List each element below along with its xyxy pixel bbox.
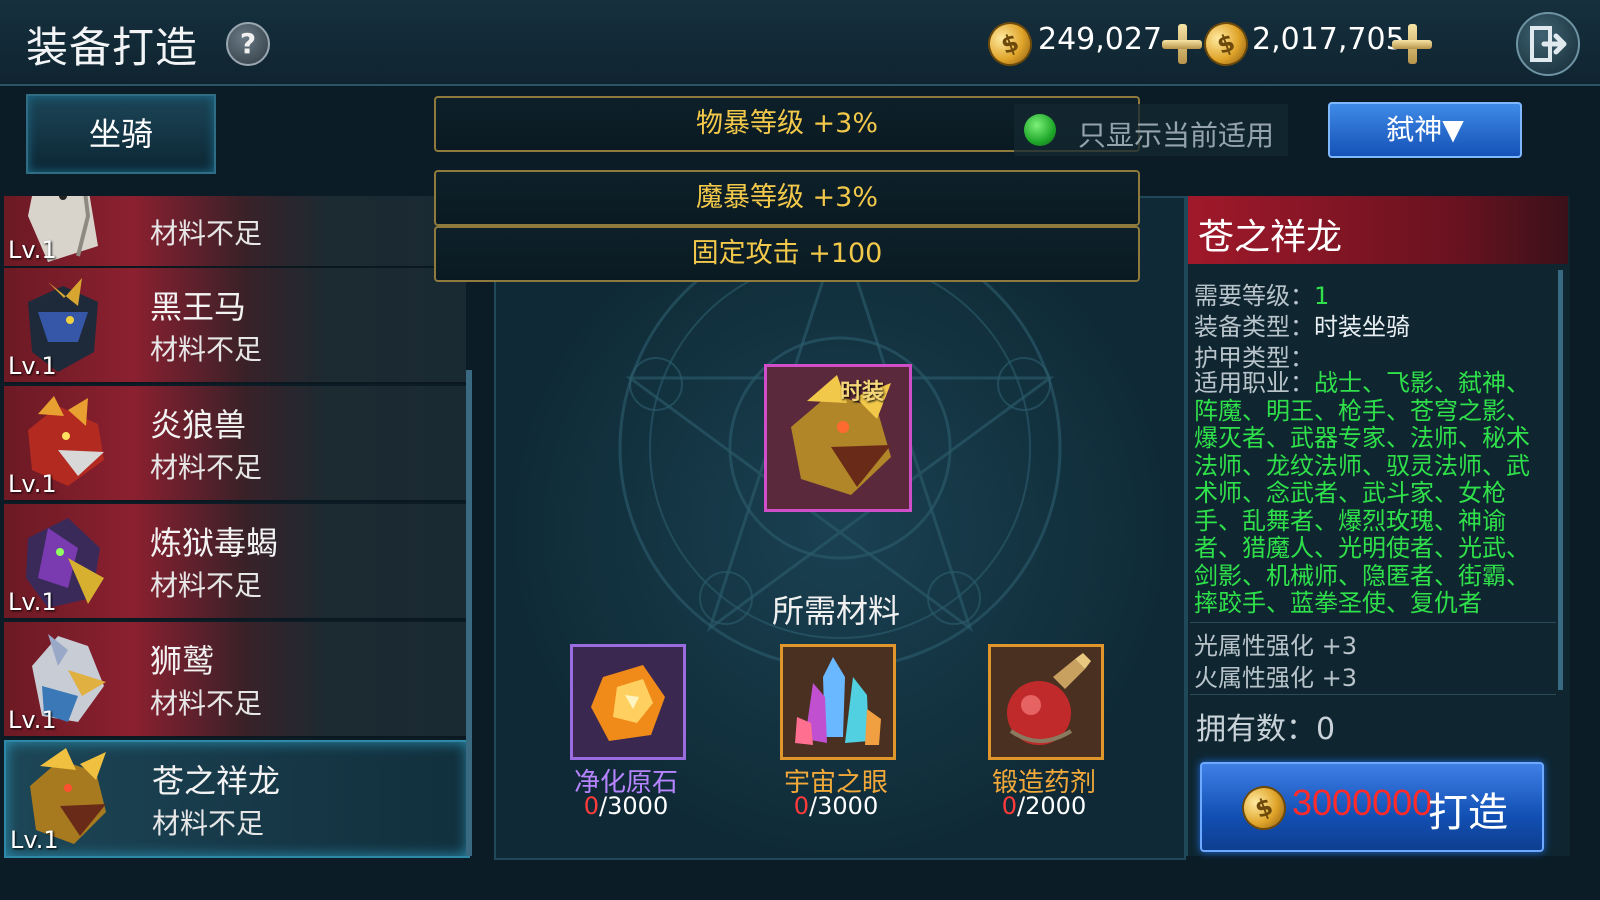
material-have: 0: [793, 792, 810, 820]
mount-name: 炎狼兽: [150, 406, 247, 444]
mount-list: Lv.1 材料不足 Lv.1 黑王马 材料不足 Lv.1 炎狼兽 材料不足 Lv…: [0, 196, 470, 876]
class-dropdown[interactable]: 弑神▼: [1328, 102, 1522, 158]
help-icon[interactable]: ?: [226, 22, 270, 66]
attribute-line: 光属性强化 +3: [1194, 632, 1358, 660]
material-count: 0/3000: [526, 792, 726, 820]
list-item[interactable]: Lv.1 炎狼兽 材料不足: [4, 386, 466, 502]
forge-cost: 3000000: [1292, 782, 1433, 823]
mount-status: 材料不足: [150, 569, 263, 602]
mount-status: 材料不足: [150, 333, 263, 366]
classes-label: 适用职业：: [1194, 369, 1314, 397]
armor-type: 护甲类型：: [1194, 338, 1314, 373]
material-count: 0/3000: [736, 792, 936, 820]
mount-name: 炼狱毒蝎: [150, 524, 279, 562]
level-label: Lv.1: [8, 236, 57, 264]
material-count: 0/2000: [944, 792, 1144, 820]
fashion-tag: 时装: [840, 380, 885, 405]
required-level: 需要等级：1: [1194, 276, 1329, 311]
bonus-stat-2: 魔暴等级 +3%: [434, 170, 1140, 226]
gold-amount: 249,027: [1038, 22, 1163, 57]
exit-icon[interactable]: [1516, 12, 1580, 76]
level-label: Lv.1: [10, 826, 59, 854]
bound-gold-coin-icon: $: [1197, 15, 1255, 73]
equipment-type-label: 装备类型：: [1194, 313, 1314, 341]
equipment-type-value: 时装坐骑: [1314, 313, 1410, 341]
mount-name: 黑王马: [150, 288, 247, 326]
classes-list: 战士、飞影、弑神、阵魔、明王、枪手、苍穹之影、爆灭者、武器专家、法师、秘术法师、…: [1194, 369, 1530, 617]
level-label: Lv.1: [8, 588, 57, 616]
mount-status: 材料不足: [150, 451, 263, 484]
material-have: 0: [583, 792, 600, 820]
list-item-selected[interactable]: Lv.1 苍之祥龙 材料不足: [4, 740, 470, 858]
forge-label: 打造: [1428, 790, 1508, 836]
list-item[interactable]: Lv.1 狮鹫 材料不足: [4, 622, 466, 738]
armor-type-label: 护甲类型：: [1194, 344, 1314, 372]
toggle-on-icon[interactable]: [1024, 114, 1056, 146]
material-slot[interactable]: [570, 644, 686, 760]
equipment-type: 装备类型：时装坐骑: [1194, 307, 1410, 342]
mount-status: 材料不足: [150, 217, 263, 250]
detail-item-name: 苍之祥龙: [1198, 217, 1343, 258]
owned-count: 拥有数：0: [1196, 712, 1336, 747]
add-gold-plus-icon[interactable]: [1162, 24, 1202, 64]
mount-preview-slot[interactable]: [764, 364, 912, 512]
divider: [1190, 694, 1556, 695]
material-need: /3000: [599, 792, 669, 820]
divider: [1190, 622, 1556, 623]
forge-potion-icon: [1007, 653, 1091, 745]
list-scrollbar[interactable]: [466, 370, 472, 856]
gold-coin-icon: $: [1235, 779, 1293, 837]
tab-mount[interactable]: 坐骑: [26, 94, 216, 174]
material-slot[interactable]: [780, 644, 896, 760]
applicable-classes: 适用职业：战士、飞影、弑神、阵魔、明王、枪手、苍穹之影、爆灭者、武器专家、法师、…: [1194, 369, 1544, 618]
attribute-line: 火属性强化 +3: [1194, 664, 1358, 692]
mount-status: 材料不足: [150, 687, 263, 720]
level-label: Lv.1: [8, 352, 57, 380]
dragon-head-icon: [767, 367, 909, 509]
mount-name: 狮鹫: [150, 642, 215, 680]
bonus-stat-3: 固定攻击 +100: [434, 226, 1140, 282]
page-title: 装备打造: [26, 23, 199, 72]
mount-name: 苍之祥龙: [152, 762, 281, 800]
required-level-label: 需要等级：: [1194, 282, 1314, 310]
list-item[interactable]: Lv.1 材料不足: [4, 196, 466, 268]
materials-title: 所需材料: [771, 592, 900, 630]
bound-gold-amount: 2,017,705: [1252, 22, 1405, 57]
required-level-value: 1: [1314, 282, 1330, 310]
list-item[interactable]: Lv.1 黑王马 材料不足: [4, 268, 466, 384]
level-label: Lv.1: [8, 470, 57, 498]
gold-coin-icon: $: [981, 15, 1039, 73]
material-need: /2000: [1017, 792, 1087, 820]
material-slot[interactable]: [988, 644, 1104, 760]
filter-label: 只显示当前适用: [1078, 119, 1275, 152]
add-bound-gold-plus-icon[interactable]: [1392, 24, 1432, 64]
cosmic-eye-crystal-icon: [795, 657, 881, 745]
top-bar: 装备打造 ? $ 249,027 $ 2,017,705: [0, 0, 1600, 86]
mount-status: 材料不足: [152, 807, 265, 840]
forge-button[interactable]: $ 3000000 打造: [1200, 762, 1544, 852]
material-have: 0: [1001, 792, 1018, 820]
purify-stone-icon: [591, 665, 665, 741]
level-label: Lv.1: [8, 706, 57, 734]
detail-scrollbar[interactable]: [1558, 270, 1563, 690]
list-item[interactable]: Lv.1 炼狱毒蝎 材料不足: [4, 504, 466, 620]
filter-toggle[interactable]: 只显示当前适用: [1014, 104, 1288, 156]
material-need: /3000: [809, 792, 879, 820]
